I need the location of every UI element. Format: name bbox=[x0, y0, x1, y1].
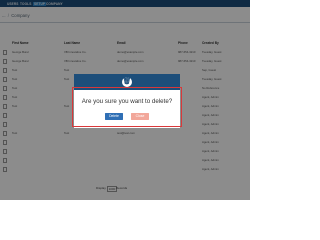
trash-icon: 🗑 bbox=[122, 77, 132, 87]
highlight-box bbox=[72, 87, 182, 127]
